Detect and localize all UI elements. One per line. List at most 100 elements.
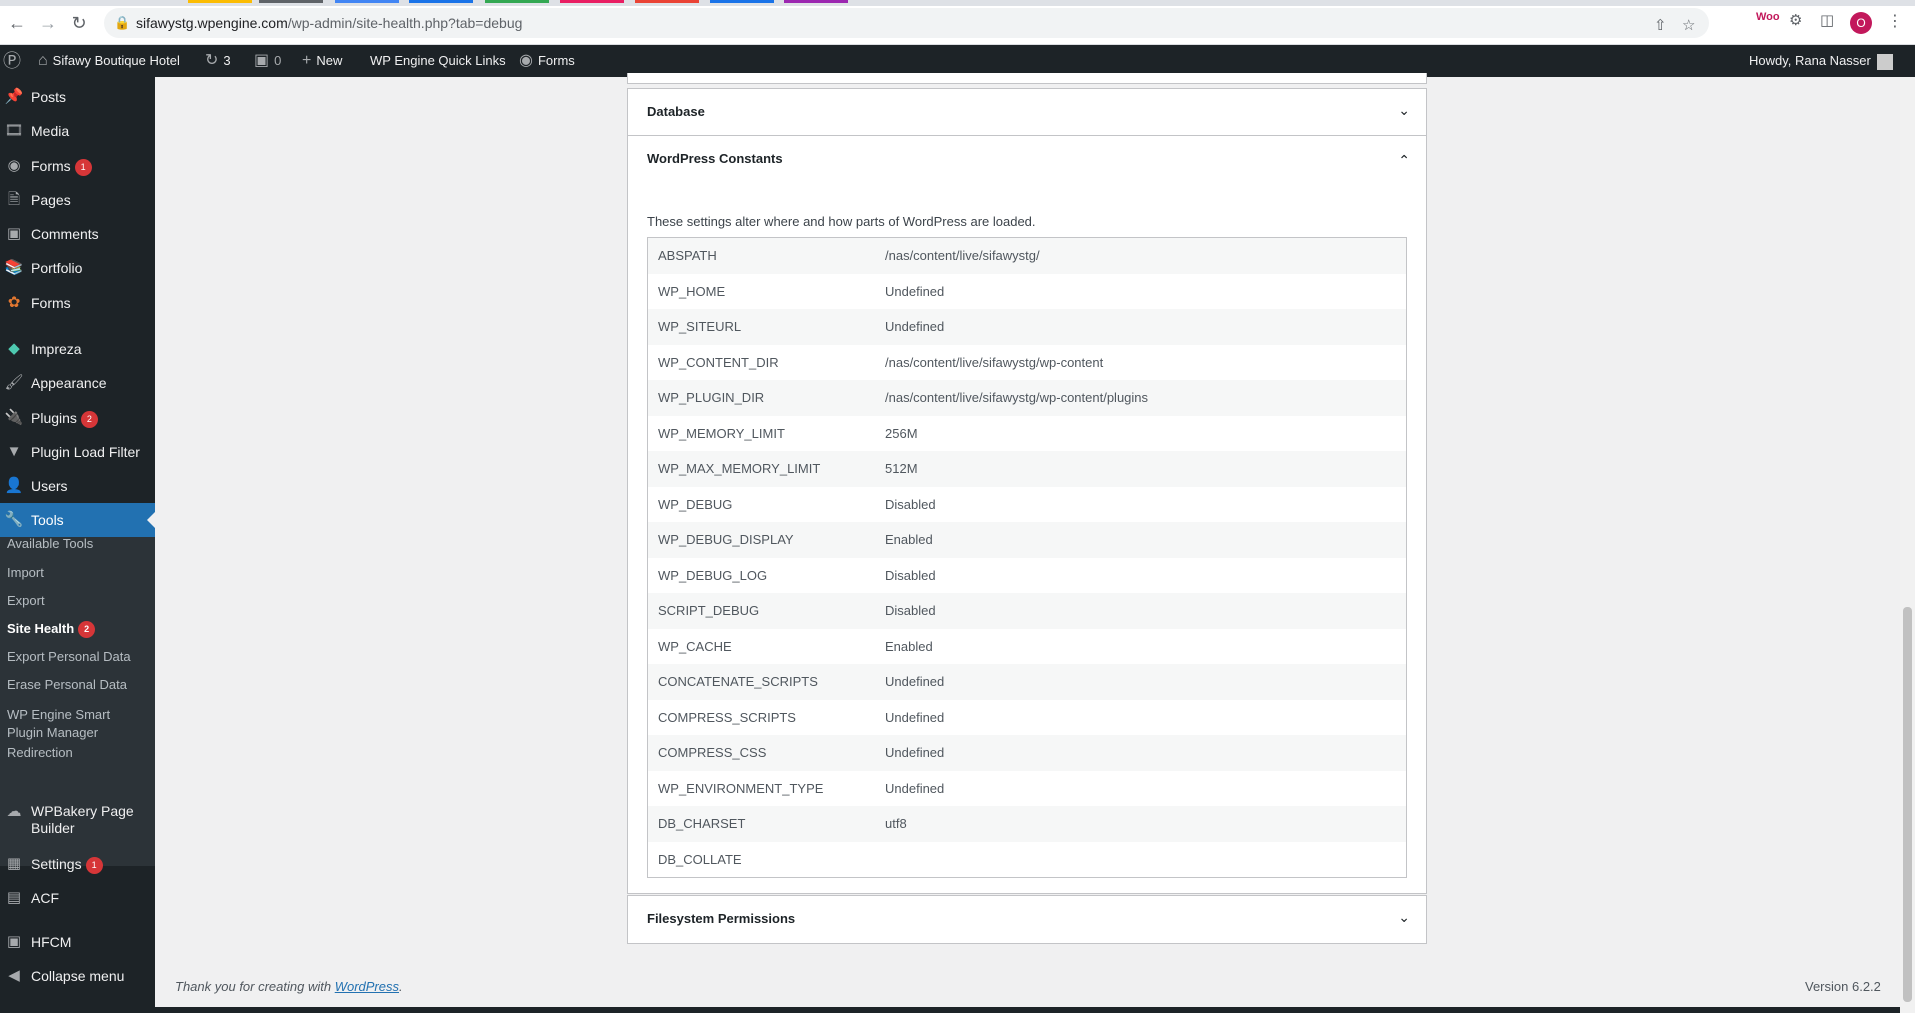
table-row: WP_MAX_MEMORY_LIMIT 512M bbox=[648, 451, 1406, 487]
tab-strip bbox=[0, 0, 1915, 6]
sidebar-item-portfolio[interactable]: 📚 Portfolio bbox=[0, 251, 155, 285]
accordion-filesystem-title: Filesystem Permissions bbox=[647, 911, 796, 926]
constant-value: Enabled bbox=[885, 532, 933, 547]
accordion-constants-title: WordPress Constants bbox=[647, 151, 783, 166]
notification-badge: 2 bbox=[80, 411, 98, 428]
users-icon: 👤 bbox=[4, 477, 24, 494]
submenu-item-export[interactable]: Export bbox=[7, 592, 45, 610]
impreza-icon: ◆ bbox=[8, 340, 20, 357]
back-icon[interactable]: ← bbox=[6, 12, 28, 34]
submenu-item-site-health[interactable]: Site Health 2 bbox=[7, 620, 96, 638]
previous-section-edge bbox=[627, 73, 1427, 84]
sidebar-item-settings[interactable]: ▦ Settings 1 bbox=[0, 847, 155, 881]
accordion-filesystem-permissions: Filesystem Permissions ⌄ bbox=[627, 895, 1427, 944]
wpbakery-icon: ☁ bbox=[6, 803, 22, 820]
constant-name: WP_MEMORY_LIMIT bbox=[658, 425, 785, 441]
settings-icon: ▦ bbox=[6, 855, 22, 872]
tab-group-color bbox=[560, 0, 624, 3]
submenu-item-export-personal-data[interactable]: Export Personal Data bbox=[7, 648, 131, 666]
page-scrollbar[interactable] bbox=[1900, 77, 1915, 1013]
address-bar[interactable]: 🔒 sifawystg.wpengine.com/wp-admin/site-h… bbox=[104, 8, 1709, 38]
wp-engine-quick-links[interactable]: WP Engine Quick Links bbox=[370, 45, 506, 77]
sidebar-item-label: Plugins 2 bbox=[31, 401, 98, 435]
accordion-constants-toggle[interactable]: WordPress Constants ⌃ bbox=[628, 136, 1426, 182]
accordion-database: Database ⌄ bbox=[627, 88, 1427, 136]
wpforms-icon: ✿ bbox=[7, 294, 21, 311]
share-icon[interactable]: ⇧ bbox=[1654, 16, 1667, 34]
sidebar-item-collapse-menu[interactable]: ◀ Collapse menu bbox=[0, 959, 155, 993]
constant-name: CONCATENATE_SCRIPTS bbox=[658, 674, 818, 689]
accordion-database-title: Database bbox=[647, 104, 705, 119]
submenu-item-wp-engine-smart-plugin-manager[interactable]: WP Engine Smart Plugin Manager bbox=[7, 706, 110, 742]
sidebar-item-wpbakery[interactable]: ☁ WPBakery Page Builder bbox=[0, 800, 155, 840]
constant-value: Undefined bbox=[885, 709, 945, 725]
wordpress-link[interactable]: WordPress bbox=[335, 979, 399, 994]
notification-badge: 1 bbox=[85, 857, 103, 874]
constant-value: Undefined bbox=[885, 780, 945, 796]
reload-icon[interactable]: ↻ bbox=[68, 12, 90, 34]
sidebar-item-impreza[interactable]: ◆ Impreza bbox=[0, 332, 155, 366]
extensions-puzzle-icon[interactable]: ⚙ bbox=[1789, 11, 1802, 29]
sidebar-item-users[interactable]: 👤 Users bbox=[0, 469, 155, 503]
table-row: CONCATENATE_SCRIPTS Undefined bbox=[648, 664, 1406, 700]
accordion-database-toggle[interactable]: Database ⌄ bbox=[628, 89, 1426, 135]
side-panel-icon[interactable]: ◫ bbox=[1820, 11, 1834, 29]
filter-icon: ▼ bbox=[6, 443, 22, 460]
constant-value: Undefined bbox=[885, 745, 945, 760]
sidebar-item-plugins[interactable]: 🔌 Plugins 2 bbox=[0, 401, 155, 435]
pages-icon: 🗎 bbox=[7, 191, 21, 208]
table-row: WP_SITEURL Undefined bbox=[648, 309, 1406, 345]
extension-woo-icon[interactable]: Woo bbox=[1756, 11, 1780, 23]
wordpress-logo-icon[interactable]: Ⓟ bbox=[3, 45, 26, 77]
accordion-filesystem-toggle[interactable]: Filesystem Permissions ⌄ bbox=[628, 896, 1426, 942]
sidebar-item-comments[interactable]: ▣ Comments bbox=[0, 217, 155, 251]
table-row: ABSPATH/nas/content/live/sifawystg/ bbox=[648, 238, 1406, 274]
constant-value: Undefined bbox=[885, 283, 945, 299]
sidebar-item-label: Comments bbox=[31, 226, 99, 242]
sidebar-item-media[interactable]: 🎞 Media bbox=[0, 114, 155, 148]
sidebar-item-forms[interactable]: ◉ Forms 1 bbox=[0, 149, 155, 183]
submenu-item-erase-personal-data[interactable]: Erase Personal Data bbox=[7, 676, 127, 694]
browser-menu-icon[interactable]: ⋮ bbox=[1887, 11, 1903, 31]
table-row: DB_COLLATE bbox=[648, 842, 1406, 878]
forms-link[interactable]: ◉ Forms bbox=[519, 45, 575, 77]
profile-avatar[interactable]: O bbox=[1850, 12, 1872, 34]
submenu-item-import[interactable]: Import bbox=[7, 564, 44, 582]
tab-group-color bbox=[485, 0, 549, 3]
constant-name: COMPRESS_CSS bbox=[658, 745, 767, 760]
constants-table: ABSPATH/nas/content/live/sifawystg/WP_HO… bbox=[647, 237, 1407, 878]
user-account-menu[interactable]: Howdy, Rana Nasser bbox=[1749, 45, 1893, 77]
tab-group-color bbox=[409, 0, 473, 3]
sidebar-item-plugin-load-filter[interactable]: ▼ Plugin Load Filter bbox=[0, 435, 155, 469]
comment-bubble-icon: ▣ bbox=[254, 52, 270, 69]
sidebar-item-label: Plugin Load Filter bbox=[31, 444, 140, 460]
submenu-item-redirection[interactable]: Redirection bbox=[7, 744, 73, 762]
constant-value: /nas/content/live/sifawystg/ bbox=[885, 248, 1040, 263]
sidebar-item-wpforms[interactable]: ✿ Forms bbox=[0, 286, 155, 320]
constant-value: /nas/content/live/sifawystg/wp-content/p… bbox=[885, 390, 1149, 405]
sidebar-item-label: Users bbox=[31, 478, 68, 494]
scroll-thumb[interactable] bbox=[1903, 607, 1912, 1002]
table-row: WP_DEBUG Disabled bbox=[648, 487, 1406, 523]
user-avatar-icon bbox=[1876, 53, 1893, 70]
sidebar-item-label: ACF bbox=[31, 890, 59, 906]
table-row: WP_MEMORY_LIMIT 256M bbox=[648, 416, 1406, 452]
sidebar-item-hfcm[interactable]: ▣ HFCM bbox=[0, 925, 155, 959]
sidebar-item-pages[interactable]: 🗎 Pages bbox=[0, 183, 155, 217]
sidebar-item-acf[interactable]: ▤ ACF bbox=[0, 881, 155, 915]
constant-value: /nas/content/live/sifawystg/wp-content bbox=[885, 354, 1104, 370]
bookmark-star-icon[interactable]: ☆ bbox=[1682, 16, 1695, 34]
bottom-edge bbox=[155, 1007, 1900, 1013]
new-content-link[interactable]: + New bbox=[302, 45, 342, 77]
table-row: WP_ENVIRONMENT_TYPE Undefined bbox=[648, 771, 1406, 807]
constant-value: Undefined bbox=[885, 319, 945, 334]
sidebar-item-appearance[interactable]: 🖌 Appearance bbox=[0, 366, 155, 400]
sidebar-item-tools[interactable]: 🔧 Tools bbox=[0, 503, 155, 537]
comments-link[interactable]: ▣ 0 bbox=[254, 45, 281, 77]
site-name-link[interactable]: ⌂ Sifawy Boutique Hotel bbox=[38, 45, 180, 77]
submenu-item-available-tools[interactable]: Available Tools bbox=[7, 535, 93, 553]
updates-link[interactable]: ↻ 3 bbox=[205, 45, 231, 77]
forward-icon[interactable]: → bbox=[37, 12, 59, 34]
admin-sidebar: Available Tools Import Export Site Health 2 E… bbox=[0, 77, 155, 1013]
sidebar-item-posts[interactable]: 📌 Posts bbox=[0, 80, 155, 114]
